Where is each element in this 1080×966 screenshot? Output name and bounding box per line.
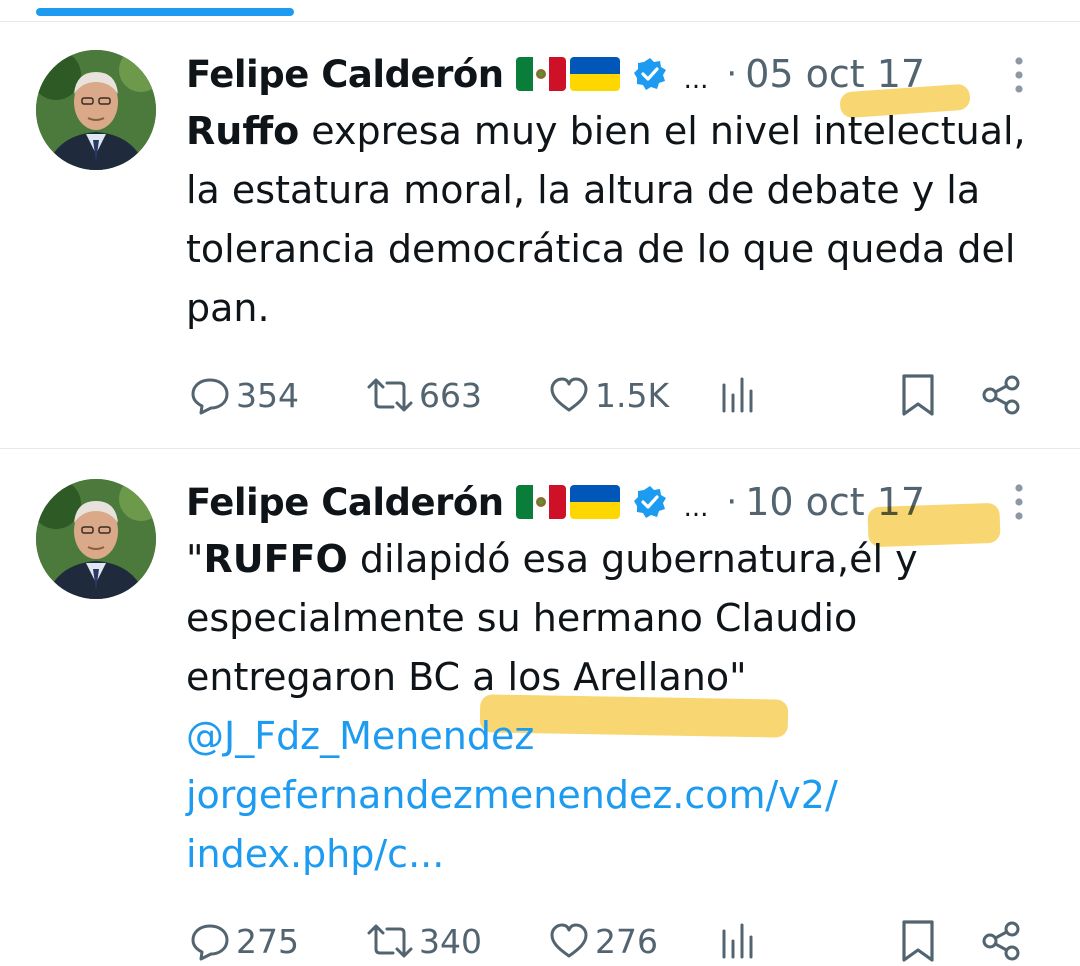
name-truncation: ...	[683, 65, 709, 95]
tweet[interactable]: Felipe Calderón ... · 10 oct 17 "RUFFO d…	[0, 449, 1080, 962]
ukraine-flag-icon	[569, 485, 620, 519]
reply-button[interactable]: 354	[188, 370, 299, 420]
retweet-icon	[367, 378, 413, 412]
name-truncation: ...	[683, 493, 709, 523]
views-button[interactable]	[718, 916, 758, 966]
ukraine-flag-icon	[569, 57, 620, 91]
tweet-text: Ruffo expresa muy bien el nivel intelect…	[186, 102, 1046, 338]
more-icon[interactable]	[1012, 482, 1026, 522]
share-button[interactable]	[980, 916, 1024, 966]
tweet-text-bold: Ruffo	[186, 109, 300, 153]
url-link[interactable]: jorgefernandezmenendez.com/v2/index.php/…	[186, 766, 1046, 884]
author-name[interactable]: Felipe Calderón	[186, 53, 504, 96]
tweet-text-bold: RUFFO	[203, 537, 348, 581]
views-button[interactable]	[718, 370, 758, 420]
tweet-header: Felipe Calderón ... · 05 oct 17	[186, 48, 925, 100]
bookmark-icon	[902, 374, 934, 416]
reply-icon	[191, 924, 229, 961]
avatar[interactable]	[36, 479, 156, 599]
bookmark-icon	[902, 920, 934, 962]
reply-icon	[191, 378, 229, 415]
url-link-line2: index.php/c...	[186, 832, 445, 876]
like-button[interactable]: 1.5K	[547, 370, 669, 420]
tweet-header: Felipe Calderón ... · 10 oct 17	[186, 476, 925, 528]
mexico-flag-icon	[515, 485, 566, 519]
separator: ·	[726, 482, 738, 522]
share-icon	[982, 921, 1020, 961]
retweet-count: 663	[419, 375, 482, 415]
author-name[interactable]: Felipe Calderón	[186, 481, 504, 524]
share-button[interactable]	[980, 370, 1024, 420]
tweet-text-rest: expresa muy bien el nivel intelectual, l…	[186, 109, 1026, 330]
retweet-button[interactable]: 663	[365, 370, 482, 420]
like-count: 276	[595, 921, 658, 961]
views-icon	[722, 923, 753, 959]
verified-icon	[632, 484, 668, 520]
retweet-icon	[367, 924, 413, 958]
verified-icon	[632, 56, 668, 92]
mexico-flag-icon	[515, 57, 566, 91]
views-icon	[722, 377, 753, 413]
bookmark-button[interactable]	[898, 370, 938, 420]
separator: ·	[726, 54, 738, 94]
like-count: 1.5K	[595, 375, 670, 415]
tweet-text-quote: "	[186, 537, 204, 581]
bookmark-button[interactable]	[898, 916, 938, 966]
share-icon	[982, 375, 1020, 415]
like-icon	[550, 923, 588, 958]
tweet-text: "RUFFO dilapidó esa gubernatura,él y esp…	[186, 530, 1046, 884]
tweet[interactable]: Felipe Calderón ... · 05 oct 17 Ruffo ex…	[0, 0, 1080, 448]
like-button[interactable]: 276	[547, 916, 658, 966]
retweet-button[interactable]: 340	[365, 916, 482, 966]
reply-count: 275	[236, 921, 299, 961]
reply-button[interactable]: 275	[188, 916, 299, 966]
tweet-actions: 275 340 276	[0, 916, 1080, 966]
like-icon	[550, 377, 588, 412]
mention-link[interactable]: @J_Fdz_Menendez	[186, 707, 1046, 766]
more-icon[interactable]	[1012, 55, 1026, 95]
tweet-actions: 354 663 1.5K	[0, 370, 1080, 420]
reply-count: 354	[236, 375, 299, 415]
url-link-line1: jorgefernandezmenendez.com/v2/	[186, 773, 838, 817]
avatar[interactable]	[36, 50, 156, 170]
retweet-count: 340	[419, 921, 482, 961]
